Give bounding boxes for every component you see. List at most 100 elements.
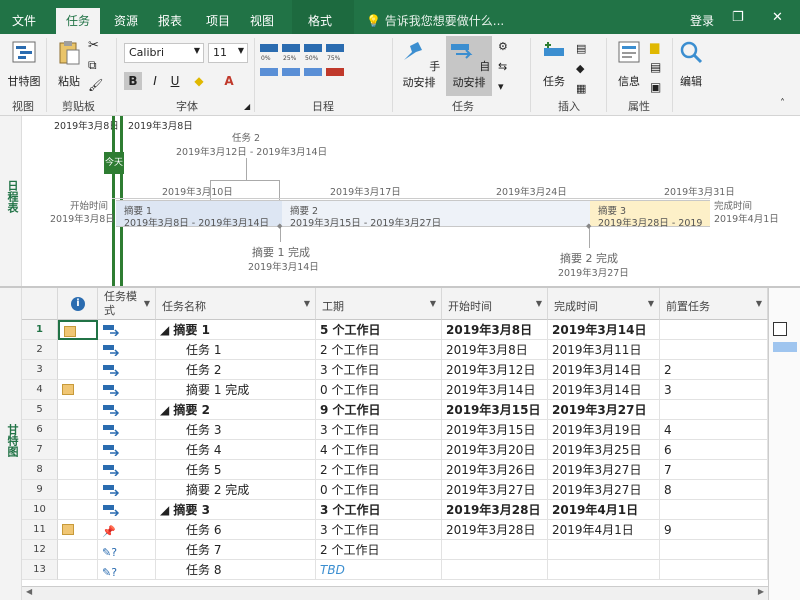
manual-schedule-button[interactable]: 手动安排 (396, 38, 442, 90)
cell-pred[interactable]: 8 (660, 480, 768, 500)
row-number[interactable]: 6 (22, 420, 58, 440)
cell-name[interactable]: 任务 6 (156, 520, 316, 540)
info-cell[interactable] (58, 320, 98, 340)
move-task-icon[interactable]: ⇆ (498, 60, 516, 76)
table-row[interactable]: 任务 12 个工作日 2019年3月8日 2019年3月11日 (58, 340, 768, 360)
cell-finish[interactable]: 2019年4月1日 (548, 520, 660, 540)
cell-duration[interactable]: 3 个工作日 (316, 500, 442, 520)
row-number[interactable]: 10 (22, 500, 58, 520)
row-number[interactable]: 4 (22, 380, 58, 400)
cell-duration[interactable]: 5 个工作日 (316, 320, 442, 340)
paste-button[interactable]: 粘贴 (52, 38, 86, 89)
underline-button[interactable]: U (166, 72, 184, 90)
chevron-down-icon[interactable]: ▼ (430, 299, 436, 308)
row-number[interactable]: 2 (22, 340, 58, 360)
cell-start[interactable]: 2019年3月8日 (442, 340, 548, 360)
table-row[interactable]: 摘要 2 完成 0 个工作日 2019年3月27日 2019年3月27日 8 (58, 480, 768, 500)
info-cell[interactable] (58, 560, 98, 580)
cell-duration[interactable]: 3 个工作日 (316, 420, 442, 440)
restore-window-icon[interactable]: ❐ (732, 10, 744, 25)
highlight-color-icon[interactable]: ◆ (190, 72, 208, 90)
header-start[interactable]: 开始时间 ▼ (442, 288, 548, 320)
cell-finish[interactable]: 2019年3月14日 (548, 360, 660, 380)
cell-name[interactable]: 任务 2 (156, 360, 316, 380)
row-number[interactable]: 8 (22, 460, 58, 480)
cell-name[interactable]: 任务 8 (156, 560, 316, 580)
cell-name[interactable]: ◢ 摘要 2 (156, 400, 316, 420)
info-cell[interactable] (58, 500, 98, 520)
font-color-icon[interactable]: A (220, 72, 238, 90)
tab-format[interactable]: 格式 (308, 12, 332, 29)
table-row[interactable]: 摘要 1 完成 0 个工作日 2019年3月14日 2019年3月14日 3 (58, 380, 768, 400)
table-row[interactable]: ◢ 摘要 33 个工作日 2019年3月28日 2019年4月1日 (58, 500, 768, 520)
tab-resource[interactable]: 资源 (114, 12, 138, 29)
cell-finish[interactable]: 2019年3月27日 (548, 400, 660, 420)
cell-start[interactable] (442, 560, 548, 580)
timeline-bar-summary-1[interactable]: 摘要 1 2019年3月8日 - 2019年3月14日 (116, 200, 282, 229)
font-name-select[interactable]: Calibri ▼ (124, 43, 204, 63)
cell-duration[interactable]: 9 个工作日 (316, 400, 442, 420)
info-cell[interactable] (58, 520, 98, 540)
tab-task[interactable]: 任务 (56, 8, 101, 34)
task-mode-cell[interactable]: 📌 (98, 520, 156, 540)
cell-pred[interactable]: 4 (660, 420, 768, 440)
cell-duration[interactable]: 2 个工作日 (316, 540, 442, 560)
chevron-down-icon[interactable]: ▼ (756, 299, 762, 308)
task-mode-cell[interactable]: ✎? (98, 560, 156, 580)
tab-report[interactable]: 报表 (158, 12, 182, 29)
cell-name[interactable]: 摘要 2 完成 (156, 480, 316, 500)
tab-project[interactable]: 项目 (206, 12, 230, 29)
cell-finish[interactable]: 2019年4月1日 (548, 500, 660, 520)
cell-pred[interactable]: 2 (660, 360, 768, 380)
row-number[interactable]: 11 (22, 520, 58, 540)
bold-button[interactable]: B (124, 72, 142, 90)
chevron-down-icon[interactable]: ▼ (648, 299, 654, 308)
cell-name[interactable]: 任务 4 (156, 440, 316, 460)
task-mode-cell[interactable] (98, 500, 156, 520)
cell-finish[interactable]: 2019年3月14日 (548, 320, 660, 340)
cell-pred[interactable] (660, 400, 768, 420)
inspect-task-icon[interactable]: ⚙ (498, 40, 516, 56)
note-icon[interactable] (62, 384, 74, 395)
chevron-down-icon[interactable]: ▼ (144, 299, 150, 308)
editing-button[interactable]: 编辑 (676, 38, 706, 89)
cell-start[interactable]: 2019年3月15日 (442, 400, 548, 420)
details-icon[interactable]: ▤ (650, 60, 668, 76)
row-number[interactable]: 3 (22, 360, 58, 380)
header-task-name[interactable]: 任务名称 ▼ (156, 288, 316, 320)
cell-duration[interactable]: TBD (316, 560, 442, 580)
mode-dropdown-icon[interactable]: ▾ (498, 80, 516, 96)
table-row[interactable]: ◢ 摘要 29 个工作日 2019年3月15日 2019年3月27日 (58, 400, 768, 420)
cell-name[interactable]: 任务 5 (156, 460, 316, 480)
horizontal-scrollbar[interactable]: ◀ ▶ (22, 586, 768, 600)
table-row[interactable]: ✎? 任务 72 个工作日 (58, 540, 768, 560)
auto-schedule-button[interactable]: 自动安排 (446, 36, 492, 96)
cell-name[interactable]: 摘要 1 完成 (156, 380, 316, 400)
cell-pred[interactable] (660, 560, 768, 580)
cell-finish[interactable] (548, 540, 660, 560)
info-cell[interactable] (58, 360, 98, 380)
table-row[interactable]: 任务 33 个工作日 2019年3月15日 2019年3月19日 4 (58, 420, 768, 440)
table-row[interactable]: ◢ 摘要 15 个工作日 2019年3月8日 2019年3月14日 (58, 320, 768, 340)
task-mode-cell[interactable] (98, 420, 156, 440)
gantt-chart-pane[interactable] (768, 288, 800, 600)
cell-duration[interactable]: 0 个工作日 (316, 380, 442, 400)
chevron-down-icon[interactable]: ▼ (304, 299, 310, 308)
task-mode-cell[interactable] (98, 440, 156, 460)
row-number[interactable]: 13 (22, 560, 58, 580)
cell-name[interactable]: ◢ 摘要 3 (156, 500, 316, 520)
cell-finish[interactable]: 2019年3月27日 (548, 480, 660, 500)
table-row[interactable]: 任务 44 个工作日 2019年3月20日 2019年3月25日 6 (58, 440, 768, 460)
cell-start[interactable]: 2019年3月20日 (442, 440, 548, 460)
cell-finish[interactable] (548, 560, 660, 580)
row-number[interactable]: 9 (22, 480, 58, 500)
info-cell[interactable] (58, 460, 98, 480)
header-row-select-all[interactable] (22, 288, 58, 320)
notes-icon[interactable]: ▆ (650, 40, 668, 56)
task-mode-cell[interactable] (98, 380, 156, 400)
tell-me-box[interactable]: 💡 告诉我您想要做什么... (366, 12, 504, 29)
cell-pred[interactable]: 6 (660, 440, 768, 460)
note-icon[interactable] (62, 524, 74, 535)
info-cell[interactable] (58, 400, 98, 420)
cell-finish[interactable]: 2019年3月19日 (548, 420, 660, 440)
